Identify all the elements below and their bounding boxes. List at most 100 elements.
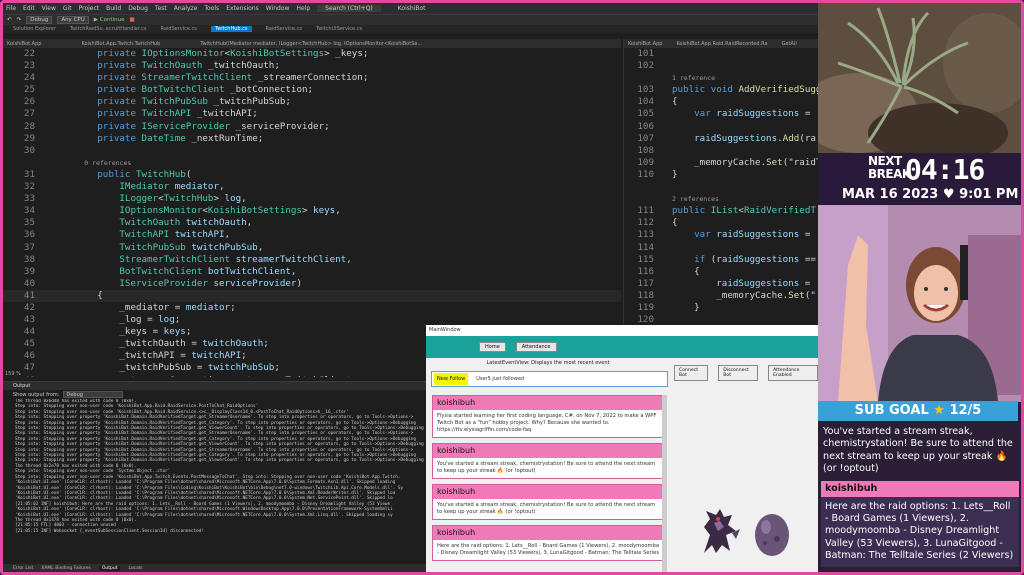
menu-item[interactable]: File bbox=[6, 5, 16, 12]
message-username: koishibuh bbox=[433, 485, 665, 499]
line-number: 28 bbox=[23, 120, 35, 132]
menu-item[interactable]: Analyze bbox=[174, 5, 198, 12]
toolbar: ↶ ↷ Debug Any CPU ▶ Continue ■ bbox=[3, 14, 818, 25]
class-dropdown[interactable]: KoishiBot.App.Twitch.TwitchHub bbox=[81, 41, 160, 47]
message-username: koishibuh bbox=[433, 444, 665, 458]
document-tab[interactable]: RaidService.cs bbox=[266, 26, 302, 32]
code-line bbox=[624, 181, 818, 193]
code-text: IServiceProvider serviceProvider) bbox=[119, 277, 302, 289]
undo-icon[interactable]: ↶ bbox=[7, 17, 12, 23]
code-line: 40 IServiceProvider serviceProvider) bbox=[3, 278, 621, 290]
code-line: 27 private TwitchAPI _twitchAPI; bbox=[3, 108, 621, 120]
menu-bar: File Edit View Git Project Build Debug Test Anal… bbox=[3, 3, 818, 14]
code-text: if (raidSuggestions == bbox=[694, 253, 816, 265]
line-number: 31 bbox=[23, 168, 35, 180]
document-tab[interactable]: TwitchUIService.cs bbox=[316, 26, 362, 32]
code-line: 107 raidSuggestions.Add(ra bbox=[624, 133, 818, 145]
attendance-button[interactable]: Attendance bbox=[515, 342, 557, 352]
line-number bbox=[624, 181, 672, 193]
line-number: 114 bbox=[637, 241, 654, 253]
attendance-enabled-button[interactable]: Attendance Enabled bbox=[768, 365, 818, 381]
code-text: var raidSuggestions = bbox=[694, 229, 816, 241]
redo-icon[interactable]: ↷ bbox=[17, 17, 22, 23]
code-text: public IList<RaidVerifiedT bbox=[672, 205, 816, 217]
code-text: { bbox=[672, 217, 678, 229]
code-editor-right[interactable]: KoishiBot.App KoishiBot.App.Raid.RaidRec… bbox=[623, 39, 818, 339]
menu-item[interactable]: Build bbox=[106, 5, 121, 12]
document-tab[interactable]: RaidService.cs bbox=[160, 26, 196, 32]
menu-item[interactable]: Window bbox=[266, 5, 290, 12]
menu-item[interactable]: Project bbox=[79, 5, 100, 12]
search-box[interactable]: Search (Ctrl+Q) bbox=[317, 5, 381, 12]
line-number: 36 bbox=[23, 229, 35, 241]
scrollbar[interactable] bbox=[662, 395, 667, 572]
output-tab[interactable]: XAML Binding Failures bbox=[41, 566, 91, 571]
document-tab[interactable]: TwitchRaidSu..ecruitHandler.cs bbox=[70, 26, 147, 32]
menu-item[interactable]: Extensions bbox=[226, 5, 259, 12]
time-text: 9:01 PM bbox=[959, 187, 1019, 202]
platform-select[interactable]: Any CPU bbox=[57, 16, 89, 24]
line-number: 113 bbox=[637, 229, 654, 241]
code-line: 34 IOptionsMonitor<KoishiBotSettings> ke… bbox=[3, 205, 621, 217]
message-text: You've started a stream streak, chemistr… bbox=[437, 461, 656, 474]
output-source-select[interactable]: Debug bbox=[63, 391, 124, 398]
webcam-feed bbox=[818, 205, 1021, 402]
project-dropdown-right[interactable]: KoishiBot.App bbox=[628, 41, 662, 47]
code-text: public void AddVerifiedSugg bbox=[672, 84, 818, 96]
line-number: 102 bbox=[637, 60, 654, 72]
line-number: 22 bbox=[23, 48, 35, 59]
disconnect-bot-button[interactable]: Disconnect Bot bbox=[718, 365, 759, 381]
home-button[interactable]: Home bbox=[479, 342, 506, 352]
line-number: 43 bbox=[23, 314, 35, 326]
output-title: Output bbox=[3, 382, 429, 390]
document-tab[interactable]: Solution Explorer bbox=[13, 26, 56, 32]
continue-button[interactable]: ▶ Continue bbox=[94, 17, 125, 23]
line-number: 45 bbox=[23, 338, 35, 350]
output-line: Step into: Stepping over property 'Koish… bbox=[15, 442, 424, 448]
stop-icon[interactable]: ■ bbox=[129, 17, 134, 23]
code-line: 23 private TwitchOauth _twitchOauth; bbox=[3, 60, 621, 72]
code-text: private TwitchOauth _twitchOauth; bbox=[97, 60, 280, 72]
document-tab[interactable]: TwitchHub.cs bbox=[210, 26, 252, 32]
zoom-level[interactable]: 159 % bbox=[5, 371, 21, 377]
break-timer: NEXT BREAK 04:16 bbox=[818, 153, 1021, 189]
connect-bot-button[interactable]: Connect Bot bbox=[674, 365, 709, 381]
code-text: 2 references bbox=[672, 195, 719, 204]
member-dropdown[interactable]: TwitchHub(IMediator mediator, ILogger<Tw… bbox=[200, 41, 422, 47]
menu-item[interactable]: View bbox=[42, 5, 56, 12]
menu-item[interactable]: Git bbox=[63, 5, 72, 12]
menu-item[interactable]: Edit bbox=[23, 5, 35, 12]
line-number: 106 bbox=[637, 120, 654, 132]
menu-item[interactable]: KoishiBot bbox=[398, 5, 426, 12]
code-line: 31 public TwitchHub( bbox=[3, 169, 621, 181]
code-text: ILogger<TwitchHub> log, bbox=[119, 193, 247, 205]
class-dropdown-right[interactable]: KoishiBot.App.Raid.RaidRecorded.Ra bbox=[676, 41, 767, 47]
line-number: 35 bbox=[23, 217, 35, 229]
code-line: 111 public IList<RaidVerifiedT bbox=[624, 205, 818, 217]
code-line: 108 bbox=[624, 145, 818, 157]
member-dropdown-right[interactable]: GetAll bbox=[782, 41, 797, 47]
menu-item[interactable]: Help bbox=[296, 5, 310, 12]
output-tabs: Error List XAML Binding Failures Output Loc… bbox=[3, 564, 429, 572]
code-text: BotTwitchClient botTwitchClient, bbox=[119, 265, 297, 277]
output-log[interactable]: The thread 0x6d48 has exited with code 0… bbox=[3, 399, 429, 559]
line-number: 24 bbox=[23, 72, 35, 84]
code-text: TwitchOauth twitchOauth, bbox=[119, 217, 253, 229]
config-select[interactable]: Debug bbox=[26, 16, 53, 24]
chat-message-body: Here are the raid options: 1. Lets__Roll… bbox=[825, 500, 1014, 562]
code-line: 105 var raidSuggestions = bbox=[624, 108, 818, 120]
menu-item[interactable]: Tools bbox=[204, 5, 219, 12]
output-tab[interactable]: Output bbox=[98, 565, 121, 571]
line-number: 108 bbox=[637, 144, 654, 156]
menu-item[interactable]: Debug bbox=[128, 5, 148, 12]
code-text: _streamerConnection = streamerTwitchClie… bbox=[53, 375, 357, 377]
output-tab[interactable]: Error List bbox=[13, 566, 33, 571]
output-tab[interactable]: Locals bbox=[128, 566, 142, 571]
project-dropdown[interactable]: KoishiBot.App bbox=[7, 41, 41, 47]
menu-item[interactable]: Test bbox=[155, 5, 167, 12]
editor-nav-bar-right: KoishiBot.App KoishiBot.App.Raid.RaidRec… bbox=[624, 39, 818, 48]
code-text: private StreamerTwitchClient _streamerCo… bbox=[97, 72, 369, 84]
output-line: [21:05:15 INF] Websocket {_eventSubSessi… bbox=[15, 528, 204, 534]
code-line: 41 { bbox=[3, 289, 621, 302]
chat-message-list[interactable]: koishibuh Flysia started learning her fir… bbox=[432, 395, 666, 566]
